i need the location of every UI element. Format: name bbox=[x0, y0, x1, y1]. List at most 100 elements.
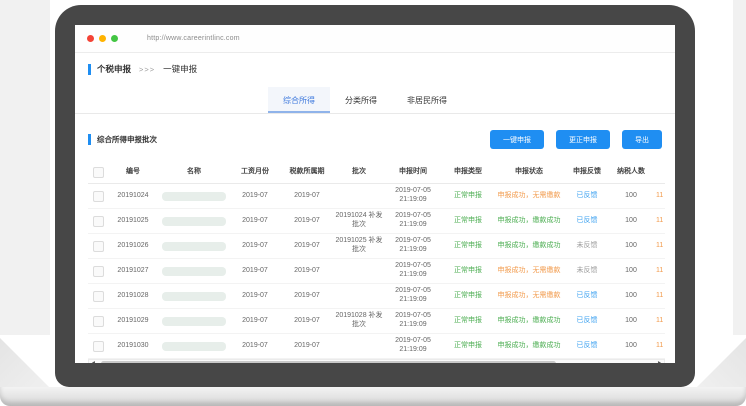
cell-declare-time: 2019-07-05 21:19:09 bbox=[384, 212, 442, 230]
cell-id: 20191026 bbox=[108, 242, 158, 251]
cell-name bbox=[158, 267, 230, 276]
cell-id: 20191024 bbox=[108, 192, 158, 201]
col-header-taxpayer-count: 纳税人数 bbox=[610, 168, 652, 177]
cell-taxpayer-count: 100 bbox=[610, 242, 652, 251]
cell-feedback: 未反馈 bbox=[564, 267, 610, 276]
cell-declare-time: 2019-07-05 21:19:09 bbox=[384, 287, 442, 305]
cell-declare-status: 申报成功，缴款成功 bbox=[494, 342, 564, 351]
col-header-declare-time: 申报时间 bbox=[384, 168, 442, 177]
table-row[interactable]: 20191024 2019-07 2019-07 2019-07-05 21:1… bbox=[88, 184, 665, 209]
address-bar[interactable]: http://www.careerintlinc.com bbox=[147, 35, 240, 42]
col-header-feedback: 申报反馈 bbox=[564, 168, 610, 177]
select-all-checkbox[interactable] bbox=[93, 167, 104, 178]
declaration-batch-panel: 综合所得申报批次 一键申报 更正申报 导出 编号 名称 工资月份 税款所属期 批… bbox=[88, 130, 662, 363]
cell-salary-month: 2019-07 bbox=[230, 292, 280, 301]
table-row[interactable]: 20191025 2019-07 2019-07 20191024 补发批次 2… bbox=[88, 209, 665, 234]
scrollbar-thumb[interactable] bbox=[101, 361, 556, 363]
cell-declare-type: 正常申报 bbox=[442, 342, 494, 351]
cell-tax-period: 2019-07 bbox=[280, 217, 334, 226]
row-checkbox[interactable] bbox=[93, 191, 104, 202]
traffic-light-zoom-icon[interactable] bbox=[111, 35, 118, 42]
cell-name bbox=[158, 192, 230, 201]
row-checkbox[interactable] bbox=[93, 266, 104, 277]
cell-feedback: 已反馈 bbox=[564, 192, 610, 201]
tab-comprehensive-income[interactable]: 综合所得 bbox=[268, 87, 330, 113]
cell-declare-time: 2019-07-05 21:19:09 bbox=[384, 262, 442, 280]
cell-declare-time: 2019-07-05 21:19:09 bbox=[384, 312, 442, 330]
row-checkbox[interactable] bbox=[93, 216, 104, 227]
correct-declare-button[interactable]: 更正申报 bbox=[556, 130, 610, 149]
title-accent-bar bbox=[88, 64, 91, 75]
cell-salary-month: 2019-07 bbox=[230, 267, 280, 276]
name-placeholder bbox=[162, 242, 226, 251]
cell-declare-type: 正常申报 bbox=[442, 217, 494, 226]
table-row[interactable]: 20191026 2019-07 2019-07 20191025 补发批次 2… bbox=[88, 234, 665, 259]
cell-salary-month: 2019-07 bbox=[230, 217, 280, 226]
cell-name bbox=[158, 242, 230, 251]
col-header-name: 名称 bbox=[158, 168, 230, 177]
col-header-declare-type: 申报类型 bbox=[442, 168, 494, 177]
cell-declare-time: 2019-07-05 21:19:09 bbox=[384, 237, 442, 255]
cell-taxpayer-count: 100 bbox=[610, 342, 652, 351]
laptop-mockup: http://www.careerintlinc.com 个税申报 >>> 一键… bbox=[0, 0, 746, 406]
cell-taxpayer-count: 100 bbox=[610, 317, 652, 326]
breadcrumb: 个税申报 >>> 一键申报 bbox=[88, 63, 675, 75]
cell-id: 20191030 bbox=[108, 342, 158, 351]
cell-id: 20191029 bbox=[108, 317, 158, 326]
table-row[interactable]: 20191027 2019-07 2019-07 2019-07-05 21:1… bbox=[88, 259, 665, 284]
cell-declare-status: 申报成功，无需缴款 bbox=[494, 292, 564, 301]
backdrop-left bbox=[0, 0, 50, 335]
scroll-right-icon[interactable]: ► bbox=[657, 360, 662, 363]
cell-name bbox=[158, 217, 230, 226]
row-checkbox[interactable] bbox=[93, 316, 104, 327]
cell-tax-period: 2019-07 bbox=[280, 292, 334, 301]
breadcrumb-current: 一键申报 bbox=[163, 63, 197, 75]
row-checkbox[interactable] bbox=[93, 241, 104, 252]
table-header-row: 编号 名称 工资月份 税款所属期 批次 申报时间 申报类型 申报状态 申报反馈 … bbox=[88, 162, 665, 184]
scroll-left-icon[interactable]: ◄ bbox=[91, 360, 96, 363]
laptop-base-right-wing bbox=[696, 338, 746, 388]
horizontal-scrollbar[interactable]: ◄ ► bbox=[88, 359, 665, 363]
col-header-id: 编号 bbox=[108, 168, 158, 177]
panel-accent-bar bbox=[88, 134, 91, 145]
col-header-declare-status: 申报状态 bbox=[494, 168, 564, 177]
export-button[interactable]: 导出 bbox=[622, 130, 662, 149]
cell-declare-type: 正常申报 bbox=[442, 292, 494, 301]
cell-clipped-amount: 11 bbox=[652, 217, 665, 226]
row-checkbox[interactable] bbox=[93, 291, 104, 302]
cell-clipped-amount: 11 bbox=[652, 292, 665, 301]
name-placeholder bbox=[162, 192, 226, 201]
breadcrumb-separator: >>> bbox=[139, 65, 155, 74]
col-header-batch: 批次 bbox=[334, 168, 384, 177]
cell-declare-type: 正常申报 bbox=[442, 267, 494, 276]
table-row[interactable]: 20191030 2019-07 2019-07 2019-07-05 21:1… bbox=[88, 334, 665, 359]
cell-id: 20191028 bbox=[108, 292, 158, 301]
cell-id: 20191025 bbox=[108, 217, 158, 226]
cell-tax-period: 2019-07 bbox=[280, 242, 334, 251]
tab-nonresident-income[interactable]: 非居民所得 bbox=[392, 87, 462, 113]
cell-declare-status: 申报成功，无需缴款 bbox=[494, 192, 564, 201]
row-checkbox[interactable] bbox=[93, 341, 104, 352]
cell-clipped-amount: 11 bbox=[652, 317, 665, 326]
table-row[interactable]: 20191029 2019-07 2019-07 20191028 补发批次 2… bbox=[88, 309, 665, 334]
cell-clipped-amount: 11 bbox=[652, 342, 665, 351]
cell-declare-type: 正常申报 bbox=[442, 317, 494, 326]
cell-batch: 20191025 补发批次 bbox=[334, 237, 384, 255]
cell-clipped-amount: 11 bbox=[652, 192, 665, 201]
backdrop-right bbox=[733, 0, 746, 335]
cell-salary-month: 2019-07 bbox=[230, 242, 280, 251]
cell-clipped-amount: 11 bbox=[652, 267, 665, 276]
col-header-salary-month: 工资月份 bbox=[230, 168, 280, 177]
traffic-light-minimize-icon[interactable] bbox=[99, 35, 106, 42]
cell-declare-status: 申报成功，无需缴款 bbox=[494, 267, 564, 276]
table-row[interactable]: 20191028 2019-07 2019-07 2019-07-05 21:1… bbox=[88, 284, 665, 309]
cell-declare-time: 2019-07-05 21:19:09 bbox=[384, 337, 442, 355]
one-click-declare-button[interactable]: 一键申报 bbox=[490, 130, 544, 149]
cell-declare-status: 申报成功，缴款成功 bbox=[494, 242, 564, 251]
tab-classified-income[interactable]: 分类所得 bbox=[330, 87, 392, 113]
cell-salary-month: 2019-07 bbox=[230, 342, 280, 351]
cell-taxpayer-count: 100 bbox=[610, 217, 652, 226]
laptop-base-left-wing bbox=[0, 338, 50, 388]
traffic-light-close-icon[interactable] bbox=[87, 35, 94, 42]
cell-name bbox=[158, 342, 230, 351]
